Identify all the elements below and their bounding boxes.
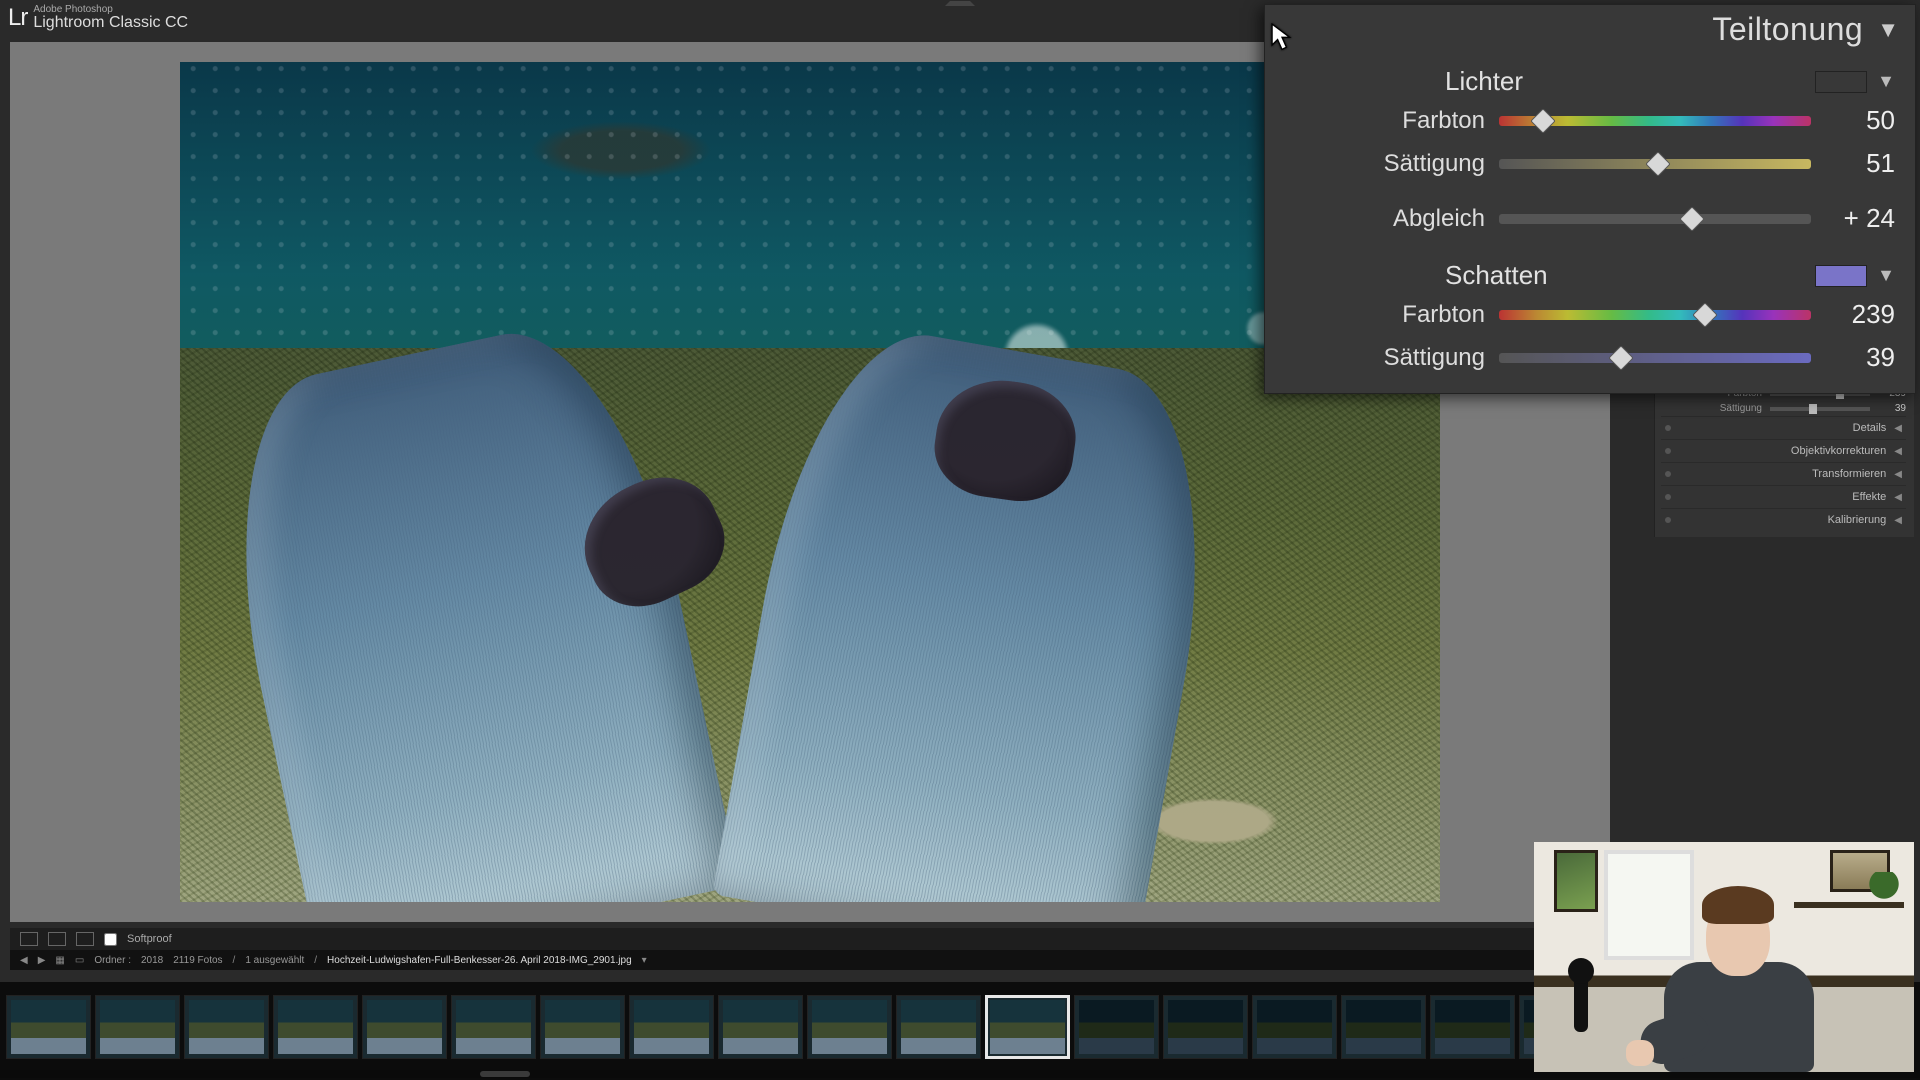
highlights-hue-slider[interactable] bbox=[1499, 116, 1811, 126]
app-name: Lightroom Classic CC bbox=[33, 15, 188, 31]
view-split-icon[interactable] bbox=[76, 932, 94, 946]
path-selected: 1 ausgewählt bbox=[245, 955, 304, 966]
shadows-hue-value[interactable]: 239 bbox=[1825, 299, 1895, 330]
filmstrip-thumb[interactable] bbox=[629, 995, 714, 1059]
softproof-checkbox[interactable] bbox=[104, 933, 117, 946]
breadcrumb: ◀ ▶ ▦ ▭ Ordner : 2018 2119 Fotos/ 1 ausg… bbox=[10, 950, 1620, 970]
filmstrip-thumb[interactable] bbox=[273, 995, 358, 1059]
split-toning-panel: Teiltonung ▼ Lichter ▼ Farbton 50 Sättig… bbox=[1264, 4, 1916, 394]
filmstrip-thumb[interactable] bbox=[985, 995, 1070, 1059]
filmstrip-thumb[interactable] bbox=[184, 995, 269, 1059]
app-header: Lr Adobe Photoshop Lightroom Classic CC bbox=[8, 4, 188, 32]
shadows-swatch[interactable] bbox=[1815, 265, 1867, 287]
view-before-after-icon[interactable] bbox=[48, 932, 66, 946]
filmstrip-thumb[interactable] bbox=[1163, 995, 1248, 1059]
balance-slider[interactable] bbox=[1499, 214, 1811, 224]
shadows-hue-slider[interactable] bbox=[1499, 310, 1811, 320]
shadows-sat-slider[interactable] bbox=[1499, 353, 1811, 363]
section-details[interactable]: Details◀ bbox=[1661, 416, 1906, 439]
section-effects[interactable]: Effekte◀ bbox=[1661, 485, 1906, 508]
section-transform[interactable]: Transformieren◀ bbox=[1661, 462, 1906, 485]
filmstrip-scroll-handle[interactable] bbox=[480, 1071, 530, 1077]
filmstrip-thumb[interactable] bbox=[1430, 995, 1515, 1059]
mini-sat-value[interactable]: 39 bbox=[1878, 403, 1906, 414]
highlights-sat-slider[interactable] bbox=[1499, 159, 1811, 169]
path-filename[interactable]: Hochzeit-Ludwigshafen-Full-Benkesser-26.… bbox=[327, 955, 632, 966]
develop-panel-background: Farbton 239 Sättigung 39 Details◀ Objekt… bbox=[1654, 380, 1914, 537]
section-calibration[interactable]: Kalibrierung◀ bbox=[1661, 508, 1906, 531]
highlights-swatch-menu-icon[interactable]: ▼ bbox=[1877, 71, 1895, 92]
filmstrip-thumb[interactable] bbox=[6, 995, 91, 1059]
filmstrip-thumb[interactable] bbox=[540, 995, 625, 1059]
nav-back-icon[interactable]: ◀ bbox=[20, 955, 28, 966]
filmstrip-thumb[interactable] bbox=[362, 995, 447, 1059]
balance-label: Abgleich bbox=[1285, 205, 1485, 233]
filmstrip-thumb[interactable] bbox=[718, 995, 803, 1059]
highlights-hue-label: Farbton bbox=[1285, 107, 1485, 135]
shadows-sat-label: Sättigung bbox=[1285, 344, 1485, 372]
secondary-toolbar: Softproof bbox=[10, 928, 1620, 950]
shadows-sat-value[interactable]: 39 bbox=[1825, 342, 1895, 373]
highlights-sat-value[interactable]: 51 bbox=[1825, 148, 1895, 179]
mouse-cursor-icon bbox=[1271, 23, 1293, 53]
panel-collapse-icon[interactable]: ▼ bbox=[1877, 17, 1899, 43]
section-lens[interactable]: Objektivkorrekturen◀ bbox=[1661, 439, 1906, 462]
highlights-title: Lichter bbox=[1445, 66, 1523, 97]
path-dropdown-icon[interactable]: ▾ bbox=[642, 955, 647, 966]
filmstrip-thumb[interactable] bbox=[896, 995, 981, 1059]
shadows-swatch-menu-icon[interactable]: ▼ bbox=[1877, 265, 1895, 286]
highlights-swatch[interactable] bbox=[1815, 71, 1867, 93]
shadows-hue-label: Farbton bbox=[1285, 301, 1485, 329]
view-loupe-icon[interactable] bbox=[20, 932, 38, 946]
nav-fwd-icon[interactable]: ▶ bbox=[38, 955, 46, 966]
grid-icon[interactable]: ▦ bbox=[55, 955, 64, 966]
main-photo[interactable] bbox=[180, 62, 1440, 902]
path-folder-label: Ordner : bbox=[94, 955, 131, 966]
panel-title[interactable]: Teiltonung bbox=[1712, 11, 1863, 48]
balance-value[interactable]: + 24 bbox=[1825, 203, 1895, 234]
filmstrip-thumb[interactable] bbox=[95, 995, 180, 1059]
window-grabber[interactable] bbox=[945, 0, 975, 6]
softproof-label: Softproof bbox=[127, 933, 172, 945]
filmstrip-thumb[interactable] bbox=[1341, 995, 1426, 1059]
webcam-overlay bbox=[1534, 842, 1914, 1072]
filmstrip-thumb[interactable] bbox=[1074, 995, 1159, 1059]
secondary-monitor-icon[interactable]: ▭ bbox=[75, 955, 84, 966]
shadows-title: Schatten bbox=[1445, 260, 1548, 291]
path-year[interactable]: 2018 bbox=[141, 955, 163, 966]
mini-sat-label: Sättigung bbox=[1661, 403, 1762, 414]
highlights-hue-value[interactable]: 50 bbox=[1825, 105, 1895, 136]
mini-sat-slider[interactable] bbox=[1770, 407, 1870, 411]
filmstrip-thumb[interactable] bbox=[1252, 995, 1337, 1059]
path-count: 2119 Fotos bbox=[173, 955, 222, 966]
filmstrip-thumb[interactable] bbox=[807, 995, 892, 1059]
filmstrip-thumb[interactable] bbox=[451, 995, 536, 1059]
highlights-sat-label: Sättigung bbox=[1285, 150, 1485, 178]
app-logo: Lr bbox=[8, 4, 27, 32]
